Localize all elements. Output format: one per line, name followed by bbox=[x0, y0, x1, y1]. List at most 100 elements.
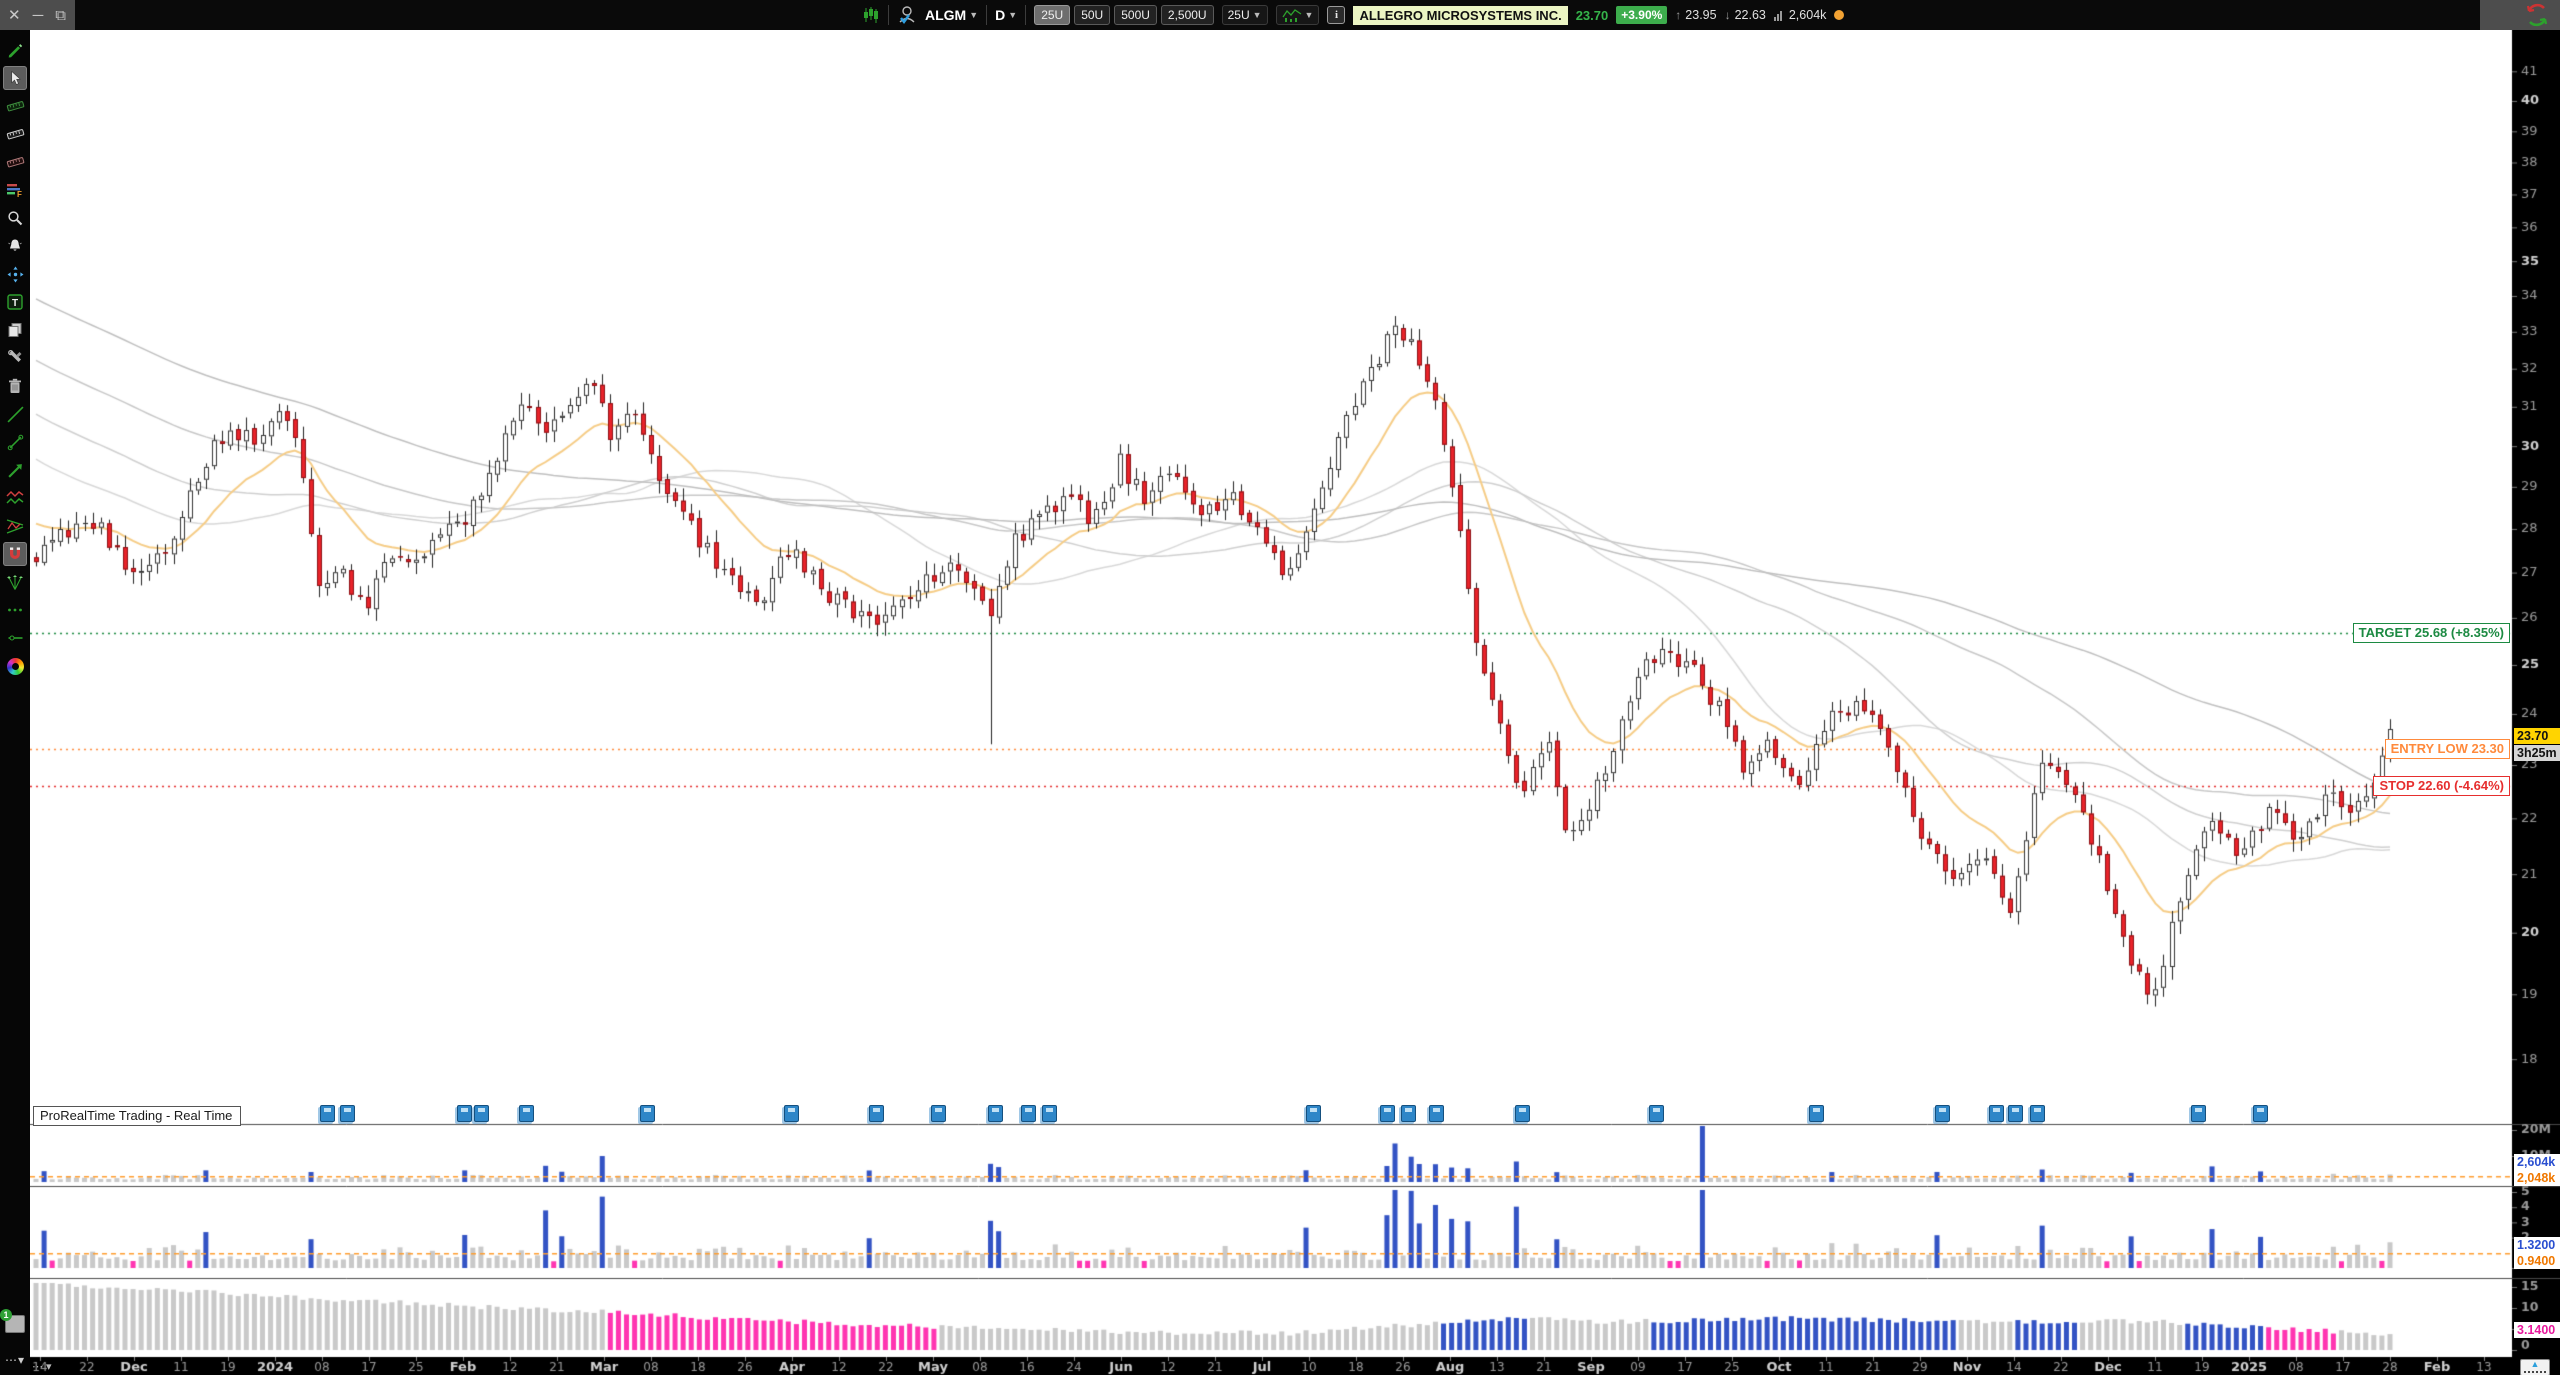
news-icon[interactable] bbox=[320, 1105, 335, 1122]
day-low: ↓ 22.63 bbox=[1725, 8, 1766, 22]
zoom-tool[interactable] bbox=[3, 206, 27, 230]
arrow-tool[interactable] bbox=[3, 458, 27, 482]
timeframe-dropdown[interactable]: D▼ bbox=[995, 7, 1017, 23]
news-icon[interactable] bbox=[1042, 1105, 1057, 1122]
text-note-tool[interactable]: T bbox=[3, 290, 27, 314]
change-percent-badge: +3.90% bbox=[1616, 6, 1667, 24]
app-candles-icon bbox=[862, 6, 880, 24]
color-picker[interactable] bbox=[3, 654, 27, 678]
chart-type-dropdown[interactable]: ▼ bbox=[1276, 5, 1320, 25]
pan-tool[interactable] bbox=[3, 262, 27, 286]
svg-text:T: T bbox=[12, 298, 18, 309]
news-icon[interactable] bbox=[640, 1105, 655, 1122]
ruler-price-tool[interactable] bbox=[3, 94, 27, 118]
unit-button-2500U[interactable]: 2,500U bbox=[1161, 5, 1214, 25]
news-icon[interactable] bbox=[784, 1105, 799, 1122]
more-options-button[interactable]: ⋯▾ bbox=[3, 1348, 27, 1372]
drawing-tool-rail: F T ⋯▾ bbox=[0, 30, 31, 1375]
trend-line-tool[interactable] bbox=[3, 402, 27, 426]
volume-bars-icon bbox=[1774, 10, 1782, 21]
news-icon[interactable] bbox=[1021, 1105, 1036, 1122]
unit-buttons: 25U50U500U2,500U bbox=[1034, 5, 1213, 25]
session-countdown-chip: 3h25m bbox=[2514, 745, 2560, 761]
news-icon[interactable] bbox=[1515, 1105, 1530, 1122]
entry-level-chip[interactable]: ENTRY LOW 23.30 bbox=[2385, 739, 2510, 759]
orders-doc-icon bbox=[5, 1315, 25, 1333]
news-icon[interactable] bbox=[474, 1105, 489, 1122]
pitchfork-tool[interactable] bbox=[3, 570, 27, 594]
news-icon[interactable] bbox=[340, 1105, 355, 1122]
market-status-dot bbox=[1834, 10, 1844, 20]
wedge-pattern-tool[interactable] bbox=[3, 514, 27, 538]
ruler-time-tool[interactable] bbox=[3, 122, 27, 146]
chart-area: TARGET 25.68 (+8.35%) ENTRY LOW 23.30 ST… bbox=[30, 30, 2560, 1375]
cursor-tool[interactable] bbox=[3, 66, 27, 90]
platform-watermark: ProRealTime Trading - Real Time bbox=[33, 1106, 241, 1126]
chart-type-icon bbox=[1282, 8, 1302, 22]
up-arrow-icon: ↑ bbox=[1675, 8, 1681, 22]
delete-tool[interactable] bbox=[3, 374, 27, 398]
ratio-current-chip: 1.3200 bbox=[2514, 1237, 2560, 1253]
alerts-bell[interactable] bbox=[3, 234, 27, 258]
info-icon[interactable]: i bbox=[1327, 6, 1345, 24]
horizontal-line-tool[interactable] bbox=[3, 626, 27, 650]
go-to-latest-arrow-icon: ▲ bbox=[2521, 1360, 2549, 1368]
panel3-current-chip: 3.1400 bbox=[2514, 1322, 2560, 1338]
minimize-button[interactable]: ─ bbox=[33, 7, 44, 24]
unit-button-50U[interactable]: 50U bbox=[1074, 5, 1110, 25]
down-arrow-icon: ↓ bbox=[1725, 8, 1731, 22]
news-icon[interactable] bbox=[2191, 1105, 2206, 1122]
volume-current-chip: 2,604k bbox=[2514, 1154, 2560, 1170]
zoom-dropdown[interactable]: 25U▼ bbox=[1222, 5, 1268, 25]
main-chart-canvas[interactable] bbox=[30, 30, 2560, 1375]
axis-options-menu[interactable]: ⋯ ▾ bbox=[32, 1360, 52, 1373]
account-status-icon[interactable] bbox=[897, 4, 917, 26]
news-icon[interactable] bbox=[2030, 1105, 2045, 1122]
news-icon[interactable] bbox=[457, 1105, 472, 1122]
zigzag-pattern-tool[interactable] bbox=[3, 486, 27, 510]
instrument-name: ALLEGRO MICROSYSTEMS INC. bbox=[1353, 6, 1567, 25]
ruler-percent-tool[interactable] bbox=[3, 150, 27, 174]
refresh-icon[interactable] bbox=[2524, 2, 2550, 28]
close-button[interactable]: ✕ bbox=[8, 6, 21, 24]
go-to-latest-button[interactable]: ▲ bbox=[2520, 1359, 2550, 1375]
day-high: ↑ 23.95 bbox=[1675, 8, 1716, 22]
trading-orders-button[interactable] bbox=[3, 1312, 27, 1336]
title-bar: ✕ ─ ⧉ ALGM▼ D▼ 25U50U500U bbox=[0, 0, 2560, 30]
settings-tools[interactable] bbox=[3, 346, 27, 370]
news-icon[interactable] bbox=[1401, 1105, 1416, 1122]
news-icon[interactable] bbox=[1306, 1105, 1321, 1122]
news-icon[interactable] bbox=[1429, 1105, 1444, 1122]
window-controls: ✕ ─ ⧉ bbox=[8, 0, 66, 30]
segment-tool[interactable] bbox=[3, 430, 27, 454]
chart-toolbar: ALGM▼ D▼ 25U50U500U2,500U 25U▼ ▼ i ALLEG… bbox=[862, 0, 1844, 30]
news-icon[interactable] bbox=[1649, 1105, 1664, 1122]
restore-button[interactable]: ⧉ bbox=[55, 7, 66, 24]
news-icon[interactable] bbox=[2253, 1105, 2268, 1122]
ratio-average-chip: 0.9400 bbox=[2514, 1253, 2560, 1269]
target-level-chip[interactable]: TARGET 25.68 (+8.35%) bbox=[2353, 623, 2510, 643]
indicator-settings[interactable]: F bbox=[3, 178, 27, 202]
news-icon[interactable] bbox=[988, 1105, 1003, 1122]
unit-button-500U[interactable]: 500U bbox=[1114, 5, 1157, 25]
news-icon[interactable] bbox=[1809, 1105, 1824, 1122]
volume-average-chip: 2,048k bbox=[2514, 1170, 2560, 1186]
current-price-chip: 23.70 bbox=[2514, 728, 2560, 744]
more-draw-tools[interactable] bbox=[3, 598, 27, 622]
news-icon[interactable] bbox=[1989, 1105, 2004, 1122]
draw-pencil-tool[interactable] bbox=[3, 38, 27, 62]
news-icon[interactable] bbox=[519, 1105, 534, 1122]
news-icon[interactable] bbox=[931, 1105, 946, 1122]
last-price: 23.70 bbox=[1576, 8, 1609, 23]
news-icon[interactable] bbox=[1380, 1105, 1395, 1122]
stop-level-chip[interactable]: STOP 22.60 (-4.64%) bbox=[2373, 776, 2510, 796]
news-icon[interactable] bbox=[2008, 1105, 2023, 1122]
symbol-dropdown[interactable]: ALGM▼ bbox=[925, 7, 978, 23]
news-icon[interactable] bbox=[869, 1105, 884, 1122]
duplicate-tool[interactable] bbox=[3, 318, 27, 342]
news-icon[interactable] bbox=[1935, 1105, 1950, 1122]
unit-button-25U[interactable]: 25U bbox=[1034, 5, 1070, 25]
magnet-mode[interactable] bbox=[3, 542, 27, 566]
session-volume: 2,604k bbox=[1774, 8, 1827, 22]
svg-text:F: F bbox=[17, 190, 22, 198]
